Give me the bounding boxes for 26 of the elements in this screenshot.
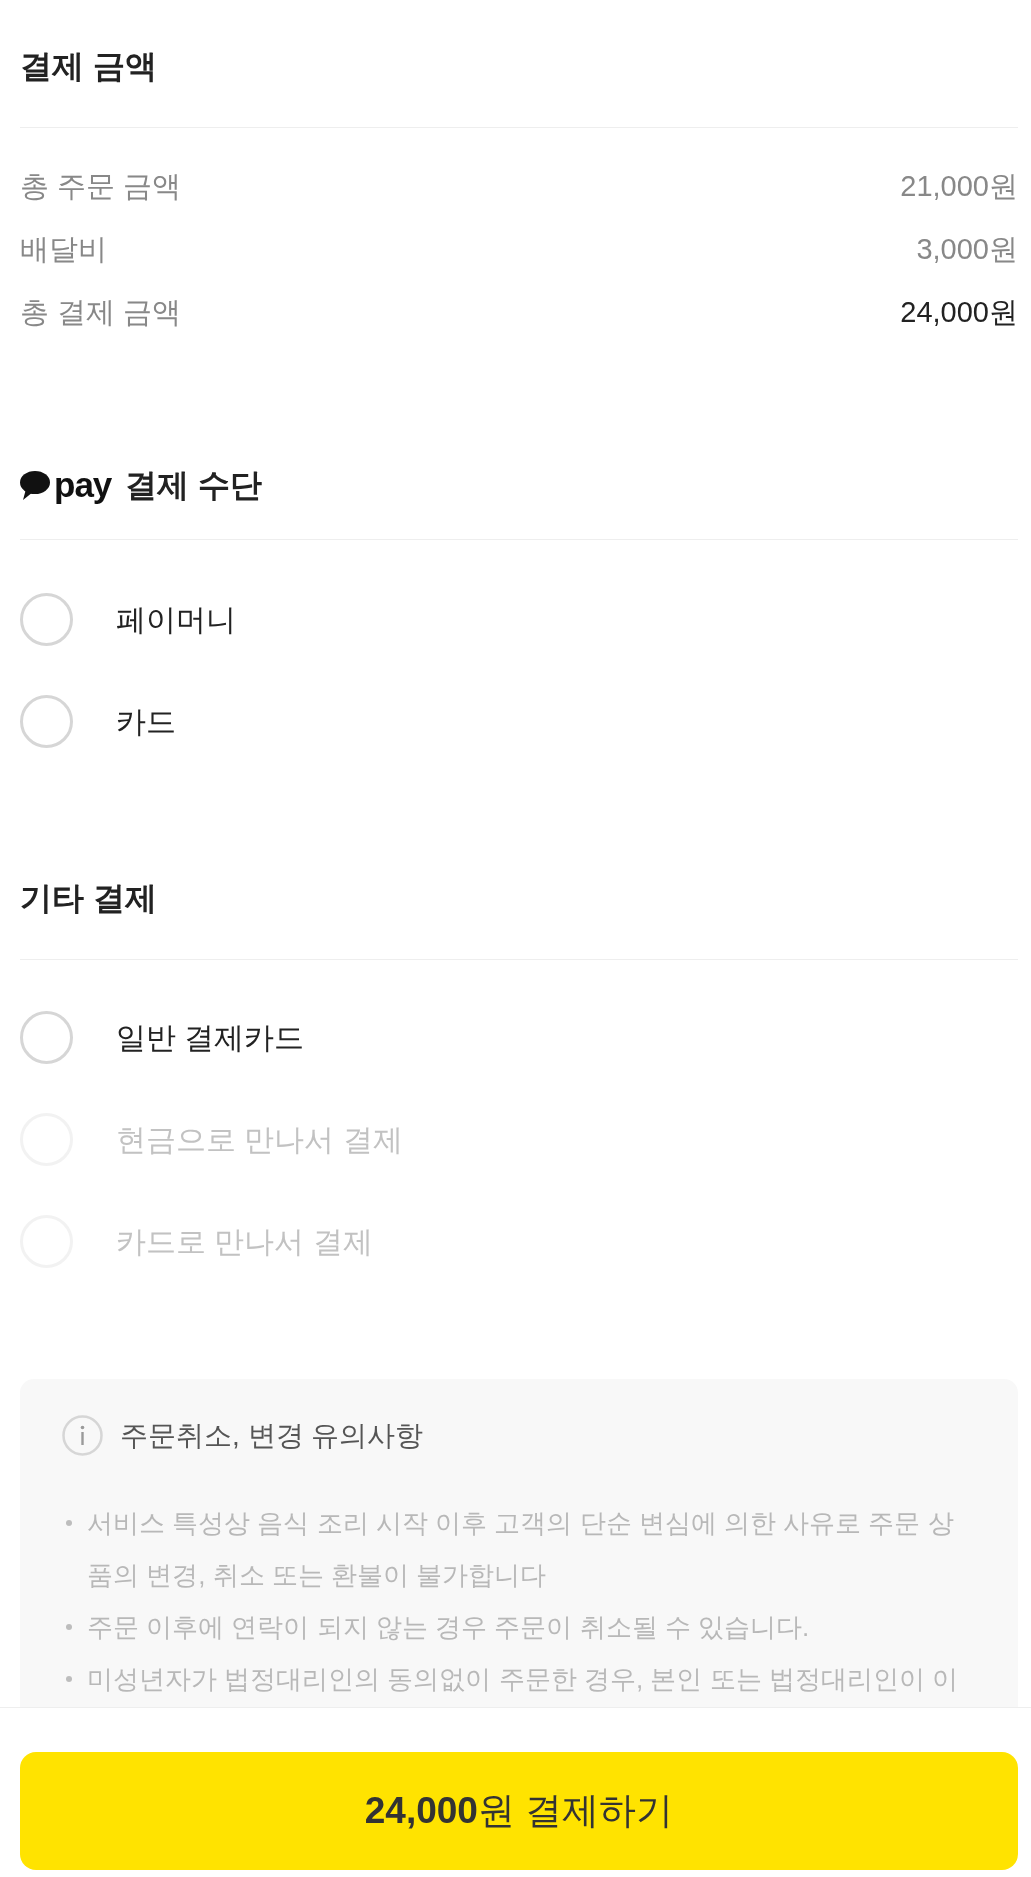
summary-label: 총 주문 금액 bbox=[20, 168, 182, 204]
summary-label: 총 결제 금액 bbox=[20, 294, 182, 330]
bullet-icon bbox=[66, 1676, 72, 1682]
bullet-icon bbox=[66, 1520, 72, 1526]
pay-button[interactable]: 24,000원 결제하기 bbox=[20, 1752, 1018, 1870]
notice-text: 서비스 특성상 음식 조리 시작 이후 고객의 단순 변심에 의한 사유로 주문 상품의 변경, 취소 또는 환불이 불가합니다 bbox=[87, 1507, 955, 1592]
info-icon bbox=[62, 1415, 103, 1456]
summary-label: 배달비 bbox=[20, 231, 107, 267]
notice-text: 주문 이후에 연락이 되지 않는 경우 주문이 취소될 수 있습니다. bbox=[87, 1611, 810, 1644]
summary-value: 3,000원 bbox=[916, 231, 1018, 267]
radio-button[interactable] bbox=[20, 1010, 73, 1064]
section-title: 결제 금액 bbox=[20, 47, 158, 86]
radio-button[interactable] bbox=[20, 592, 73, 646]
notice-text: 미성년자가 법정대리인의 동의없이 주문한 경우, 본인 또는 법정대리인이 이 bbox=[87, 1663, 958, 1696]
summary-value: 21,000원 bbox=[900, 168, 1018, 204]
section-title: 기타 결제 bbox=[20, 879, 158, 918]
bullet-icon bbox=[66, 1624, 72, 1630]
option-label[interactable]: 일반 결제카드 bbox=[116, 1014, 305, 1060]
notice-title: 주문취소, 변경 유의사항 bbox=[120, 1418, 424, 1453]
pay-logo-text: pay bbox=[54, 464, 112, 506]
option-label[interactable]: 카드 bbox=[116, 698, 176, 744]
section-title: 결제 수단 bbox=[125, 466, 263, 505]
summary-value: 24,000원 bbox=[900, 294, 1018, 330]
option-label[interactable]: 페이머니 bbox=[116, 596, 236, 642]
speech-bubble-icon bbox=[20, 470, 50, 500]
radio-button[interactable] bbox=[20, 694, 73, 748]
